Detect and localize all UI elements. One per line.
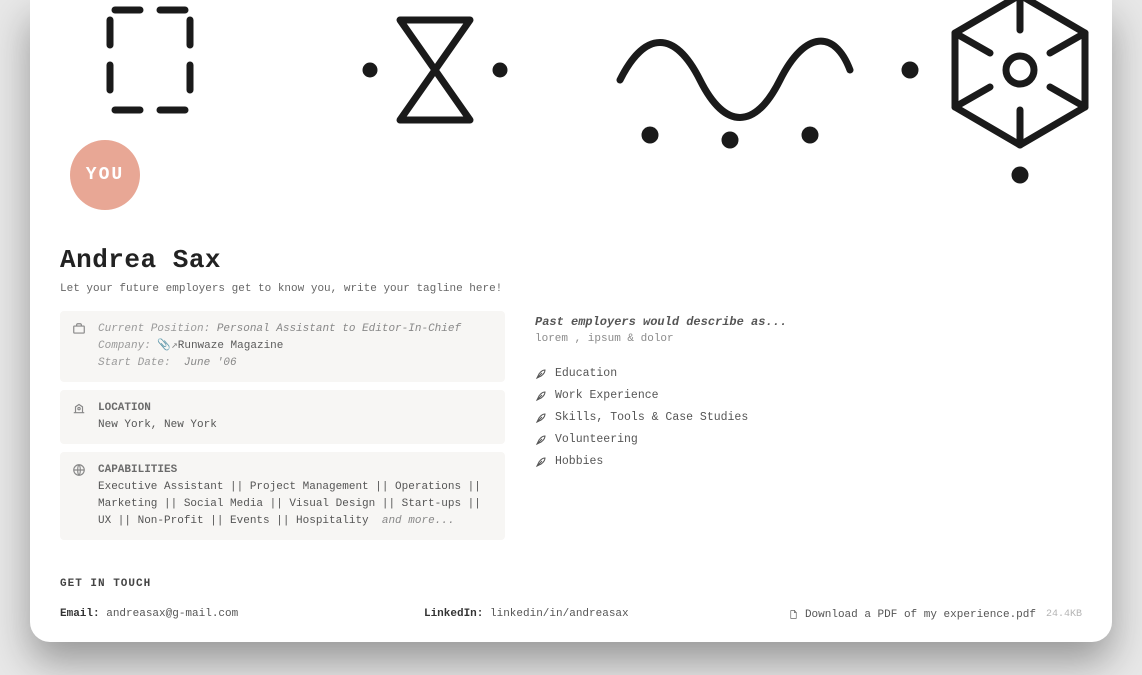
page-link[interactable]: Volunteering (535, 431, 1082, 448)
badge-text: YOU (86, 165, 124, 185)
contact-row: Email: andreasax@g-mail.com LinkedIn: li… (60, 608, 1082, 621)
linkedin-value[interactable]: linkedin/in/andreasax (490, 608, 629, 620)
page-link[interactable]: Hobbies (535, 453, 1082, 470)
start-value: June '06 (184, 357, 237, 369)
current-position-card[interactable]: Current Position: Personal Assistant to … (60, 311, 505, 382)
location-icon (72, 400, 88, 434)
content-area: Andrea Sax Let your future employers get… (30, 190, 1112, 631)
page-link[interactable]: Skills, Tools & Case Studies (535, 409, 1082, 426)
describe-body: lorem , ipsum & dolor (535, 333, 1082, 345)
page-link[interactable]: Work Experience (535, 387, 1082, 404)
describe-heading: Past employers would describe as... (535, 315, 1082, 329)
location-heading: LOCATION (98, 400, 493, 417)
position-label: Current Position: (98, 323, 210, 335)
location-card[interactable]: LOCATION New York, New York (60, 390, 505, 444)
position-value: Personal Assistant to Editor-In-Chief (217, 323, 461, 335)
page-frame: YOU Andrea Sax Let your future employers… (30, 0, 1112, 642)
email-cell: Email: andreasax@g-mail.com (60, 608, 384, 621)
left-column: Current Position: Personal Assistant to … (60, 311, 505, 548)
start-label: Start Date: (98, 357, 171, 369)
company-label: Company: (98, 340, 151, 352)
download-cell[interactable]: Download a PDF of my experience.pdf 24.4… (788, 608, 1082, 621)
cover-image: YOU (30, 0, 1112, 190)
email-label: Email: (60, 608, 100, 620)
company-link[interactable]: 📎↗Runwaze Magazine (157, 340, 283, 352)
columns: Current Position: Personal Assistant to … (60, 311, 1082, 548)
profile-badge: YOU (70, 140, 140, 210)
page-link-label: Volunteering (555, 433, 638, 446)
globe-icon (72, 462, 88, 530)
linkedin-label: LinkedIn: (424, 608, 483, 620)
download-size: 24.4KB (1046, 609, 1082, 620)
download-label: Download a PDF of my experience.pdf (805, 609, 1036, 621)
feather-icon (535, 368, 547, 380)
location-value: New York, New York (98, 417, 493, 434)
tagline: Let your future employers get to know yo… (60, 283, 1082, 295)
page-link-label: Hobbies (555, 455, 603, 468)
feather-icon (535, 434, 547, 446)
briefcase-icon (72, 321, 88, 372)
capabilities-heading: CAPABILITIES (98, 462, 493, 479)
page-title: Andrea Sax (60, 245, 1082, 275)
page-link-label: Skills, Tools & Case Studies (555, 411, 748, 424)
right-column: Past employers would describe as... lore… (535, 311, 1082, 548)
feather-icon (535, 412, 547, 424)
contact-heading: GET IN TOUCH (60, 578, 1082, 590)
file-icon (788, 608, 799, 621)
linkedin-cell: LinkedIn: linkedin/in/andreasax (424, 608, 748, 621)
feather-icon (535, 456, 547, 468)
capabilities-more: and more... (382, 515, 455, 527)
feather-icon (535, 390, 547, 402)
pages-list: Education Work Experience Skills, Tools & … (535, 365, 1082, 470)
email-value[interactable]: andreasax@g-mail.com (106, 608, 238, 620)
page-link-label: Education (555, 367, 617, 380)
page-link-label: Work Experience (555, 389, 659, 402)
capabilities-card[interactable]: CAPABILITIES Executive Assistant || Proj… (60, 452, 505, 540)
page-link[interactable]: Education (535, 365, 1082, 382)
